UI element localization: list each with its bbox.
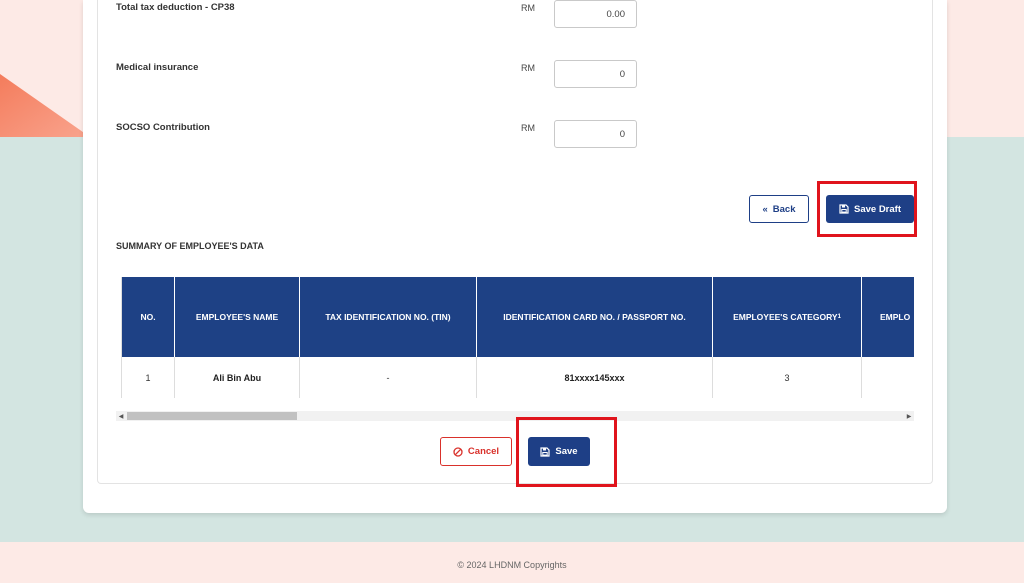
category-footnote: 1 xyxy=(837,314,841,320)
save-draft-highlight xyxy=(817,181,917,237)
cell-employee-category: 3 xyxy=(713,357,862,398)
scrollbar-thumb[interactable] xyxy=(127,412,297,420)
col-employee-extra: EMPLO xyxy=(862,277,914,357)
cp38-input[interactable]: 0.00 xyxy=(554,0,637,28)
employee-table: NO. EMPLOYEE'S NAME TAX IDENTIFICATION N… xyxy=(121,277,914,398)
cell-ic-passport: 81xxxx145xxx xyxy=(477,357,713,398)
ban-icon xyxy=(453,446,463,457)
footer-copyright: © 2024 LHDNM Copyrights xyxy=(457,560,567,570)
cp38-currency: RM xyxy=(521,3,535,13)
cell-employee-extra xyxy=(862,357,914,398)
scroll-right-icon[interactable]: ▶ xyxy=(904,411,914,421)
back-button-label: Back xyxy=(772,203,796,215)
cell-no: 1 xyxy=(122,357,175,398)
col-employee-category: EMPLOYEE'S CATEGORY 1 xyxy=(713,277,862,357)
socso-input[interactable]: 0 xyxy=(554,120,637,148)
back-button[interactable]: « Back xyxy=(749,195,809,223)
cell-tin: - xyxy=(300,357,477,398)
cancel-button[interactable]: Cancel xyxy=(440,437,512,466)
medical-insurance-currency: RM xyxy=(521,63,535,73)
col-employee-category-label: EMPLOYEE'S CATEGORY xyxy=(733,312,838,322)
socso-currency: RM xyxy=(521,123,535,133)
save-highlight xyxy=(516,417,617,487)
medical-insurance-label: Medical insurance xyxy=(116,62,199,73)
cell-employee-name: Ali Bin Abu xyxy=(175,357,300,398)
cp38-label: Total tax deduction - CP38 xyxy=(116,2,235,13)
cancel-button-label: Cancel xyxy=(467,446,500,457)
medical-insurance-input[interactable]: 0 xyxy=(554,60,637,88)
col-employee-name: EMPLOYEE'S NAME xyxy=(175,277,300,357)
double-chevron-left-icon: « xyxy=(762,203,768,215)
col-ic-passport: IDENTIFICATION CARD NO. / PASSPORT NO. xyxy=(477,277,713,357)
table-horizontal-scrollbar[interactable]: ◀ ▶ xyxy=(116,411,914,421)
scroll-left-icon[interactable]: ◀ xyxy=(116,411,126,421)
table-row: 1 Ali Bin Abu - 81xxxx145xxx 3 xyxy=(122,357,914,398)
col-no: NO. xyxy=(122,277,175,357)
decorative-shape xyxy=(0,74,90,137)
col-tin: TAX IDENTIFICATION NO. (TIN) xyxy=(300,277,477,357)
summary-title: SUMMARY OF EMPLOYEE'S DATA xyxy=(116,241,264,251)
table-header: NO. EMPLOYEE'S NAME TAX IDENTIFICATION N… xyxy=(122,277,914,357)
socso-label: SOCSO Contribution xyxy=(116,122,210,133)
